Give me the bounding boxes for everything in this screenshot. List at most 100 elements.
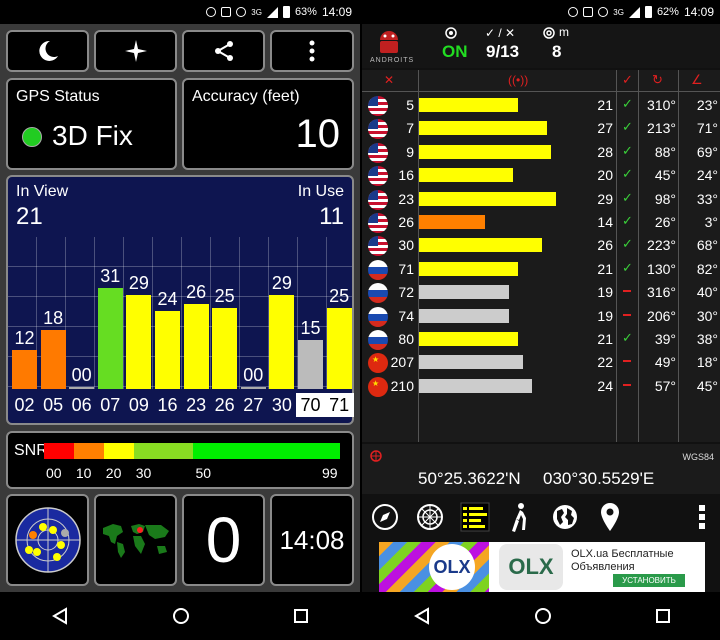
table-row[interactable]: 80 21 ✓ 39° 38° <box>362 328 720 351</box>
unused-dash-icon <box>623 313 631 316</box>
snr-bar-70 <box>298 340 323 389</box>
table-row[interactable]: 7 27 ✓ 213° 71° <box>362 117 720 140</box>
more-button[interactable] <box>682 496 720 538</box>
app-logo-text: ANDROITS <box>370 57 415 64</box>
location-pin-button[interactable] <box>587 496 632 538</box>
counter-value: 0 <box>205 504 242 576</box>
back-icon[interactable] <box>413 607 431 625</box>
snr-segment <box>103 443 134 459</box>
ad-logo-text: OLX <box>508 554 554 579</box>
home-icon[interactable] <box>534 607 552 625</box>
prn-cell: 71 <box>398 260 414 277</box>
table-row[interactable]: ★ 210 24 57° 45° <box>362 375 720 398</box>
used-check-icon: ✓ <box>622 259 633 275</box>
snr-cell: 20 <box>597 167 613 184</box>
table-row[interactable]: 23 29 ✓ 98° 33° <box>362 188 720 211</box>
prn-label-07: 07 <box>100 395 121 415</box>
location-icon <box>206 7 217 17</box>
snr-cell: 26 <box>597 237 613 254</box>
gps-fix-value: 3D Fix <box>52 120 133 151</box>
status-bar: 3G 63% 14:09 <box>0 0 360 24</box>
navigation-button[interactable] <box>497 496 542 538</box>
bar-area: 12 18 00 31 29 24 26 25 00 29 15 25 <box>8 237 352 389</box>
prn-cell: 74 <box>398 307 414 324</box>
table-row[interactable]: 72 19 316° 40° <box>362 281 720 304</box>
prn-label-02: 02 <box>14 395 35 415</box>
prn-cell: 80 <box>398 331 414 347</box>
unused-dash-icon <box>623 290 631 293</box>
right-screen: 3G 62% 14:09 ANDROITS ON ✓ / ✕ 9/13 m 8 … <box>362 0 720 640</box>
table-row[interactable]: 16 20 ✓ 45° 24° <box>362 164 720 187</box>
ad-brand-circle: OLX <box>429 544 475 590</box>
snr-cell: 29 <box>597 190 613 207</box>
night-mode-button[interactable] <box>6 30 89 72</box>
snr-value-27: 00 <box>243 365 264 385</box>
menu-button[interactable] <box>270 30 354 72</box>
used-column-icon: ✓ <box>622 72 633 87</box>
azimuth-cell: 57° <box>654 377 676 394</box>
radar-button[interactable] <box>407 496 452 538</box>
moon-icon <box>38 40 58 61</box>
globe-button[interactable] <box>542 496 587 538</box>
world-map-tile[interactable] <box>94 494 177 586</box>
in-use-count: 11 <box>319 203 344 230</box>
table-row[interactable]: 71 21 ✓ 130° 82° <box>362 258 720 281</box>
used-check-icon: ✓ <box>622 166 633 182</box>
signal-bars-button[interactable] <box>452 496 497 538</box>
recents-icon[interactable] <box>293 608 309 624</box>
compass-button[interactable] <box>362 496 407 538</box>
nav-bar <box>0 592 360 640</box>
back-icon[interactable] <box>51 607 69 625</box>
azimuth-cell: 206° <box>647 307 676 324</box>
snr-cell: 27 <box>597 120 613 137</box>
sky-view-tile[interactable] <box>6 494 89 586</box>
share-button[interactable] <box>182 30 265 72</box>
elevation-cell: 23° <box>696 97 718 113</box>
table-row[interactable]: 30 26 ✓ 223° 68° <box>362 234 720 257</box>
counter-tile[interactable]: 0 <box>182 494 265 586</box>
battery-percent: 63% <box>294 6 317 18</box>
snr-cell: 21 <box>597 97 613 113</box>
ad-banner[interactable]: OLX OLX OLX.ua Бесплатные Объявления УСТ… <box>379 542 705 592</box>
alarm-icon <box>598 7 609 17</box>
prn-cell: 210 <box>390 377 414 394</box>
table-row[interactable]: 74 19 206° 30° <box>362 305 720 328</box>
prn-cell: 207 <box>390 354 414 371</box>
latitude: 50°25.3622'N <box>418 469 521 488</box>
home-icon[interactable] <box>172 607 190 625</box>
snr-segment <box>133 443 194 459</box>
fix-time-tile[interactable]: 14:08 <box>270 494 354 586</box>
share-icon <box>214 41 233 61</box>
table-row[interactable]: 5 21 ✓ 310° 23° <box>362 94 720 117</box>
prn-label-70: 70 <box>296 393 325 417</box>
elevation-cell: 33° <box>696 190 718 207</box>
snr-bar <box>419 285 509 300</box>
flag-us-icon <box>368 189 388 210</box>
accuracy-value: 10 <box>295 112 341 156</box>
compass-mode-button[interactable] <box>94 30 177 72</box>
snr-bar <box>419 355 523 370</box>
flag-cn-icon: ★ <box>368 353 388 374</box>
flag-us-icon <box>368 166 388 187</box>
table-row[interactable]: 9 28 ✓ 88° 69° <box>362 141 720 164</box>
recents-icon[interactable] <box>655 608 671 624</box>
azimuth-cell: 310° <box>647 97 676 113</box>
prn-cell: 5 <box>406 97 414 113</box>
snr-bar <box>419 121 547 136</box>
elevation-cell: 18° <box>696 354 718 371</box>
bars-icon <box>460 502 489 532</box>
snr-tick-99: 99 <box>322 465 338 481</box>
used-total-value: 9/13 <box>486 42 520 61</box>
ad-brand-text: OLX <box>433 556 471 577</box>
prn-label-16: 16 <box>157 395 178 415</box>
flag-ru-icon <box>368 259 388 280</box>
used-check-icon: ✓ <box>622 189 633 205</box>
ad-install-button[interactable]: УСТАНОВИТЬ <box>613 574 685 587</box>
unused-dash-icon <box>623 383 631 386</box>
prn-cell: 23 <box>398 190 414 207</box>
table-row[interactable]: ★ 207 22 49° 18° <box>362 351 720 374</box>
table-row[interactable]: 26 14 ✓ 26° 3° <box>362 211 720 234</box>
fix-time-value: 14:08 <box>279 524 345 555</box>
snr-bar <box>419 98 518 112</box>
location-icon <box>568 7 579 17</box>
